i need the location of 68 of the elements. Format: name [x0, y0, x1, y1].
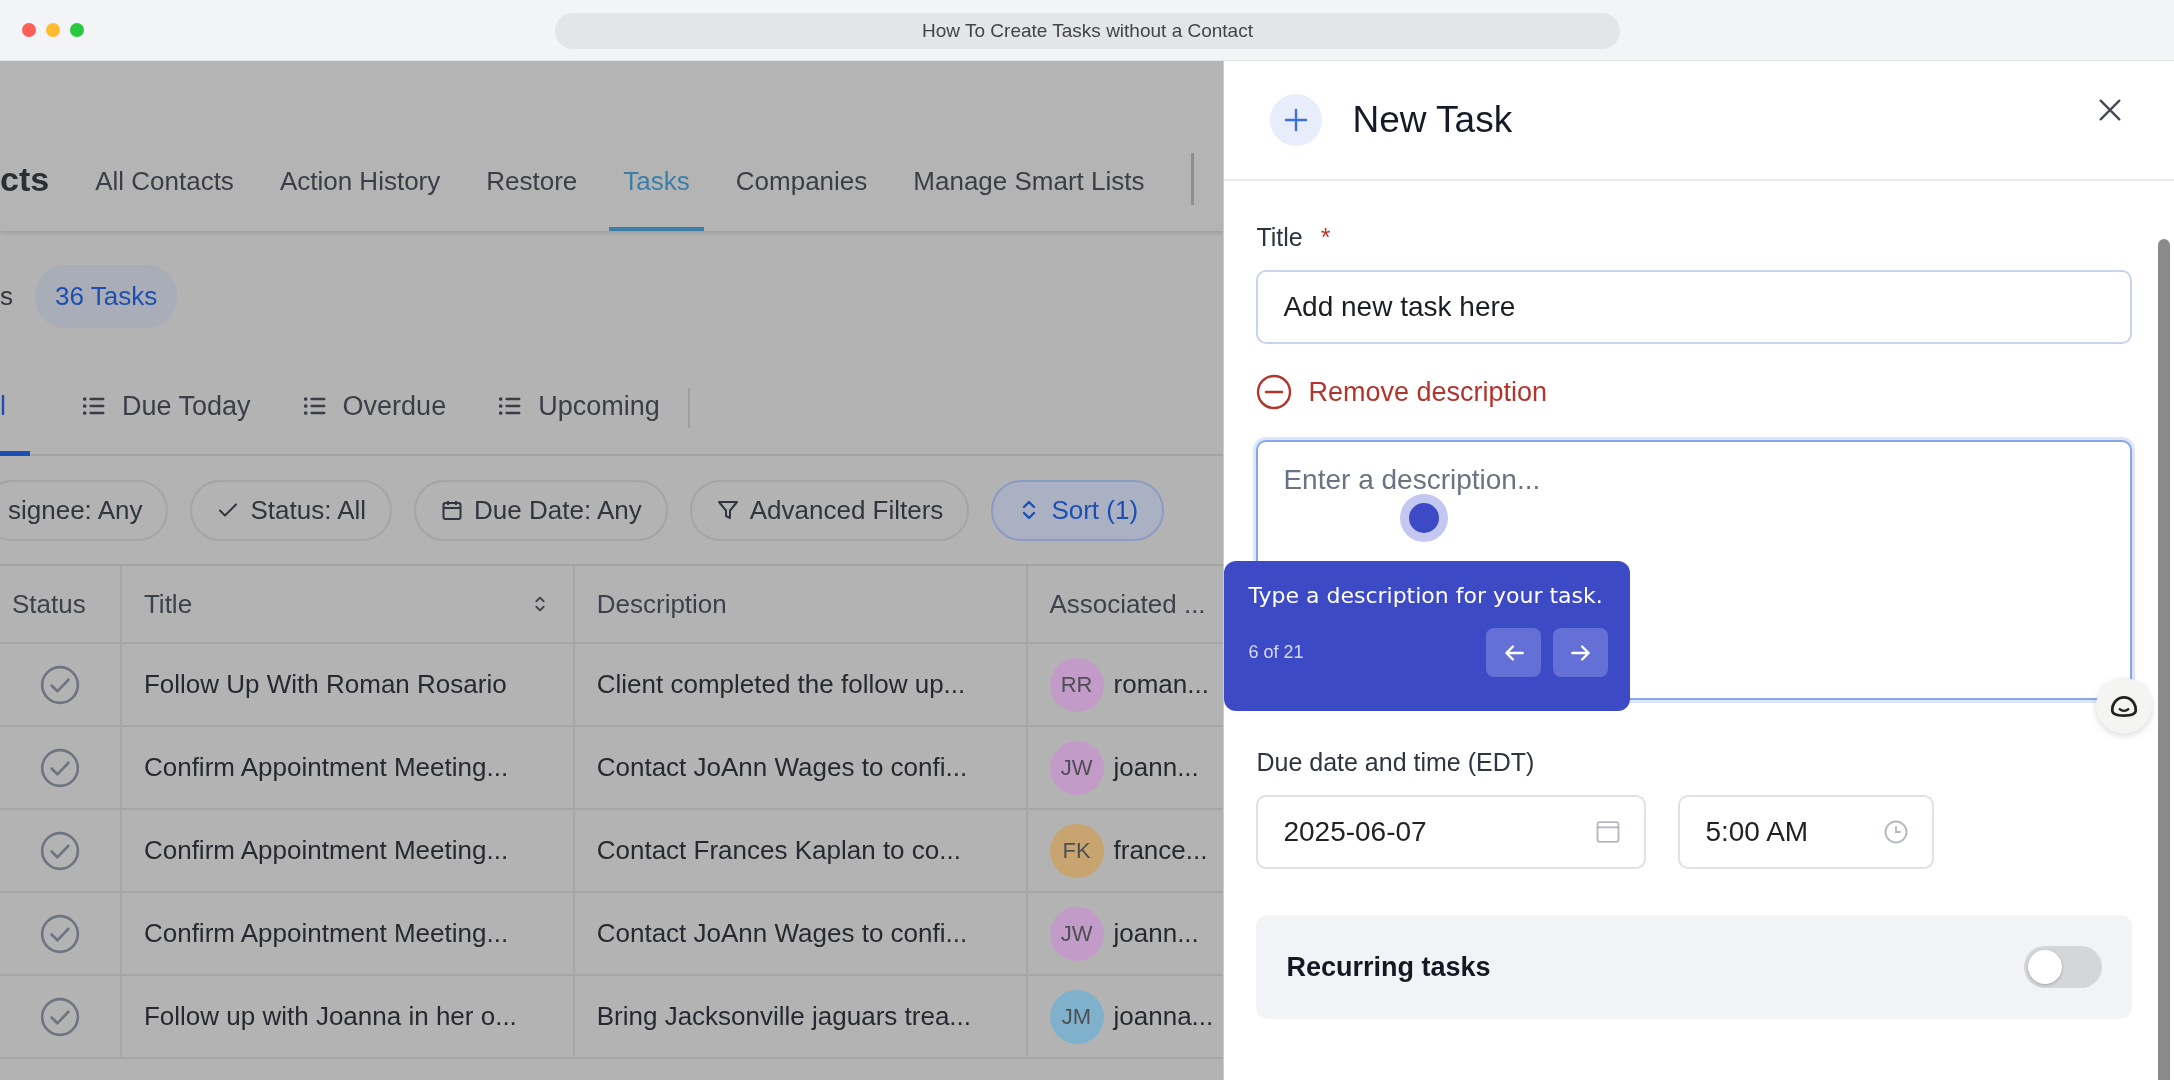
filter-button[interactable]: Advanced Filters	[689, 479, 970, 541]
recurring-label: Recurring tasks	[1286, 951, 1491, 983]
nav-tab[interactable]: Companies	[721, 166, 882, 231]
table-cell: Contact JoAnn Wages to confi...	[574, 893, 1028, 974]
avatar: JM	[1049, 989, 1104, 1044]
checkmark-circle-icon[interactable]	[38, 995, 81, 1038]
title-input[interactable]: Add new task here	[1256, 270, 2132, 344]
plus-icon	[1270, 94, 1323, 146]
table-cell: Bring Jacksonville jaguars trea...	[574, 976, 1028, 1057]
table-cell: Contact JoAnn Wages to confi...	[574, 727, 1028, 808]
table-cell: Confirm Appointment Meeting...	[121, 893, 575, 974]
table-cell: Follow Up With Roman Rosario	[121, 644, 575, 725]
maximize-window-icon[interactable]	[70, 23, 84, 37]
nav-tab[interactable]: All Contacts	[81, 166, 248, 231]
table-cell: Confirm Appointment Meeting...	[121, 810, 575, 891]
task-count-badge: 36 Tasks	[35, 264, 178, 328]
contact-name: france...	[1113, 835, 1208, 866]
avatar: RR	[1049, 657, 1104, 712]
date-field[interactable]: 2025-06-07	[1256, 795, 1647, 869]
nav-tab[interactable]: Action History	[265, 166, 455, 231]
previous-button[interactable]	[1486, 628, 1542, 677]
column-header: Status	[0, 566, 122, 642]
avatar: FK	[1049, 823, 1104, 878]
view-tab[interactable]: Upcoming	[496, 361, 660, 456]
contact-name: joanna...	[1113, 1001, 1214, 1032]
calendar-icon	[440, 498, 465, 522]
view-tab[interactable]: l	[0, 361, 30, 456]
checkmark-circle-icon[interactable]	[38, 663, 81, 706]
nav-tab[interactable]: Manage Smart Lists	[899, 166, 1159, 231]
contact-name: joann...	[1113, 918, 1199, 949]
panel-title: New Task	[1352, 99, 1513, 141]
required-mark: *	[1320, 223, 1331, 252]
remove-description-link[interactable]: Remove description	[1256, 374, 1548, 410]
close-window-icon[interactable]	[22, 23, 36, 37]
column-header[interactable]: Title	[121, 566, 575, 642]
filter-button[interactable]: Due Date: Any	[414, 479, 668, 541]
view-tab[interactable]: Due Today	[80, 361, 251, 456]
contact-name: joann...	[1113, 752, 1199, 783]
avatar: JW	[1049, 740, 1104, 795]
table-cell: Follow up with Joanna in her o...	[121, 976, 575, 1057]
field-label: Due date and time (EDT)	[1256, 748, 1536, 777]
count-label: s	[0, 280, 13, 312]
column-header: Description	[574, 566, 1028, 642]
field-label: Title	[1256, 223, 1303, 252]
chat-face-button[interactable]	[2096, 678, 2152, 734]
table-cell: Client completed the follow up...	[574, 644, 1028, 725]
filter-button[interactable]: Sort (1)	[991, 479, 1165, 541]
filter-button[interactable]: Status: All	[190, 479, 393, 541]
table-cell: Confirm Appointment Meeting...	[121, 727, 575, 808]
view-tab[interactable]: Overdue	[300, 361, 447, 456]
checkmark-circle-icon[interactable]	[38, 746, 81, 789]
filter-button[interactable]: signee: Any	[0, 479, 169, 541]
column-header: Associated ...	[1048, 587, 1207, 621]
recurring-toggle[interactable]	[2024, 946, 2102, 988]
avatar: JW	[1049, 906, 1104, 961]
table-cell: Contact Frances Kaplan to co...	[574, 810, 1028, 891]
address-bar[interactable]: How To Create Tasks without a Contact	[555, 13, 1620, 49]
scrollbar[interactable]	[2158, 239, 2170, 1080]
next-button[interactable]	[1553, 628, 1609, 677]
checkmark-circle-icon[interactable]	[38, 912, 81, 955]
time-field[interactable]: 5:00 AM	[1678, 795, 1935, 869]
minus-circle-icon	[1256, 374, 1293, 410]
nav-tab[interactable]: Restore	[472, 166, 592, 231]
filter-icon	[715, 498, 740, 522]
page-heading: cts	[0, 160, 50, 200]
minimize-window-icon[interactable]	[46, 23, 60, 37]
contact-name: roman...	[1113, 669, 1209, 700]
checkmark-circle-icon[interactable]	[38, 829, 81, 872]
